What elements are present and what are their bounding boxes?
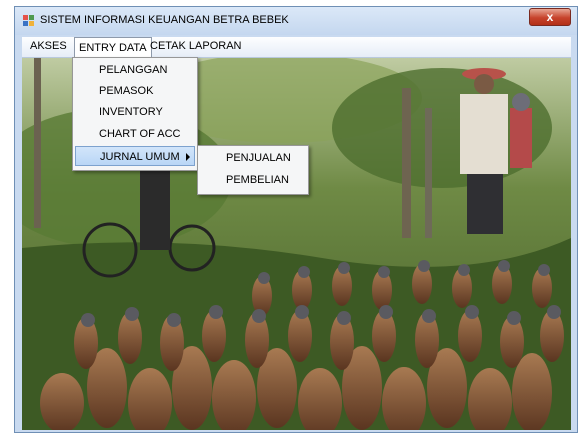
app-icon[interactable]: [23, 15, 35, 27]
close-button[interactable]: x: [529, 8, 571, 26]
menu-item-pembelian[interactable]: PEMBELIAN: [200, 170, 304, 190]
entry-data-menu: PELANGGAN PEMASOK INVENTORY CHART OF ACC…: [72, 57, 198, 171]
menu-bar: AKSES ENTRY DATA CETAK LAPORAN: [22, 37, 571, 58]
submenu-arrow-icon: [186, 153, 190, 161]
menu-item-chart-of-acc[interactable]: CHART OF ACC: [75, 124, 193, 144]
menu-item-jurnal-umum-label: JURNAL UMUM: [100, 151, 180, 163]
menu-item-inventory[interactable]: INVENTORY: [75, 102, 193, 122]
menu-akses[interactable]: AKSES: [26, 40, 71, 52]
window-title: SISTEM INFORMASI KEUANGAN BETRA BEBEK: [40, 14, 289, 26]
menu-item-jurnal-umum[interactable]: JURNAL UMUM: [75, 146, 195, 166]
menu-item-penjualan[interactable]: PENJUALAN: [200, 148, 304, 168]
jurnal-umum-submenu: PENJUALAN PEMBELIAN: [197, 145, 309, 195]
title-bar[interactable]: SISTEM INFORMASI KEUANGAN BETRA BEBEK x: [15, 7, 577, 35]
menu-entry-data[interactable]: ENTRY DATA: [74, 37, 152, 57]
menu-item-pelanggan[interactable]: PELANGGAN: [75, 60, 193, 80]
menu-cetak-laporan[interactable]: CETAK LAPORAN: [146, 40, 246, 52]
close-icon: x: [546, 10, 554, 24]
menu-item-pemasok[interactable]: PEMASOK: [75, 81, 193, 101]
